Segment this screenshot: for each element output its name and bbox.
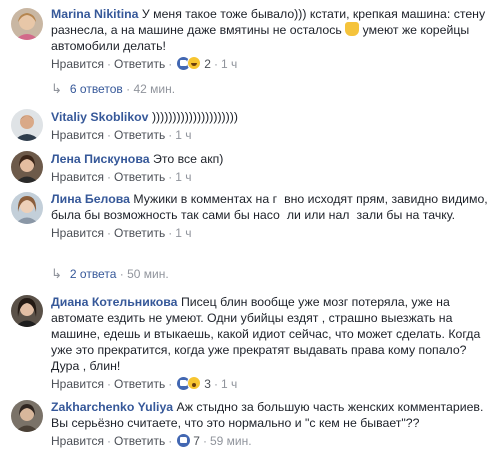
- avatar[interactable]: [11, 109, 43, 141]
- reply-button[interactable]: Ответить: [114, 170, 165, 184]
- comment-actions: Нравится · Ответить · 7 · 59 мин.: [51, 434, 252, 448]
- timestamp[interactable]: 1 ч: [175, 170, 191, 184]
- reaction-count: 7: [193, 434, 200, 448]
- reply-arrow-icon: ↳: [51, 266, 62, 281]
- comment-actions: Нравится · Ответить · 1 ч: [51, 226, 192, 240]
- reply-button[interactable]: Ответить: [114, 434, 165, 448]
- comment-text: Мужики в комментах на г: [133, 192, 278, 206]
- author-name[interactable]: Диана Котельникова: [51, 295, 178, 309]
- timestamp[interactable]: 1 ч: [175, 226, 191, 240]
- avatar[interactable]: [11, 192, 43, 224]
- reaction-count: 2: [204, 57, 211, 71]
- avatar[interactable]: [11, 400, 43, 432]
- thumbs-up-emoji-icon: [345, 22, 360, 36]
- like-button[interactable]: Нравится: [51, 226, 104, 240]
- comment-actions: Нравится · Ответить · 1 ч: [51, 170, 192, 184]
- comment-text: Это все акп): [152, 152, 224, 166]
- timestamp[interactable]: 1 ч: [221, 377, 237, 391]
- reaction-count: 3: [204, 377, 211, 391]
- comment-text: ))))))))))))))))))))): [151, 110, 238, 124]
- like-button[interactable]: Нравится: [51, 170, 104, 184]
- reactions[interactable]: 7: [175, 434, 200, 448]
- reply-button[interactable]: Ответить: [114, 377, 165, 391]
- avatar[interactable]: [11, 295, 43, 327]
- reply-button[interactable]: Ответить: [114, 226, 165, 240]
- author-name[interactable]: Vitaliy Skoblikov: [51, 110, 149, 124]
- like-button[interactable]: Нравится: [51, 57, 104, 71]
- censored-mark: [279, 209, 287, 219]
- wow-icon: [187, 376, 202, 390]
- haha-icon: [187, 56, 202, 70]
- like-button[interactable]: Нравится: [51, 434, 104, 448]
- comment-actions: Нравится · Ответить · 1 ч: [51, 128, 192, 142]
- like-button[interactable]: Нравится: [51, 377, 104, 391]
- author-name[interactable]: Marina Nikitina: [51, 7, 138, 21]
- avatar[interactable]: [11, 151, 43, 183]
- like-button[interactable]: Нравится: [51, 128, 104, 142]
- reactions[interactable]: 3: [175, 376, 211, 391]
- timestamp[interactable]: 1 ч: [175, 128, 191, 142]
- reactions[interactable]: 2: [175, 56, 211, 71]
- view-replies-link[interactable]: ↳ 2 ответа · 50 мин.: [51, 266, 169, 282]
- comment-actions: Нравится · Ответить · 3 · 1 ч: [51, 376, 238, 391]
- avatar[interactable]: [11, 8, 43, 40]
- reply-button[interactable]: Ответить: [114, 57, 165, 71]
- reply-button[interactable]: Ответить: [114, 128, 165, 142]
- view-replies-link[interactable]: ↳ 6 ответов · 42 мин.: [51, 81, 175, 97]
- timestamp[interactable]: 1 ч: [221, 57, 237, 71]
- author-name[interactable]: Лена Пискунова: [51, 152, 150, 166]
- like-icon: [177, 434, 191, 447]
- comment-actions: Нравится · Ответить · 2 · 1 ч: [51, 56, 238, 71]
- author-name[interactable]: Лина Белова: [51, 192, 130, 206]
- timestamp[interactable]: 59 мин.: [210, 434, 252, 448]
- reply-arrow-icon: ↳: [51, 81, 62, 96]
- author-name[interactable]: Zakharchenko Yuliya: [51, 400, 173, 414]
